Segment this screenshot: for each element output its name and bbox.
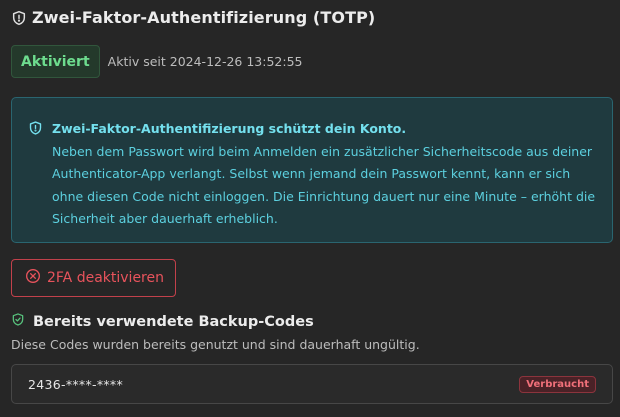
backup-codes-header: Bereits verwendete Backup-Codes <box>11 312 314 331</box>
deactivate-2fa-button[interactable]: 2FA deaktivieren <box>11 259 176 297</box>
deactivate-label: 2FA deaktivieren <box>47 270 164 286</box>
panel-header: Zwei-Faktor-Authentifizierung (TOTP) <box>11 8 375 27</box>
status-badge: Verbraucht <box>519 375 596 393</box>
active-since-text: Aktiv seit 2024-12-26 13:52:55 <box>107 54 303 69</box>
x-circle-icon <box>25 268 41 288</box>
two-factor-panel: Zwei-Faktor-Authentifizierung (TOTP) Akt… <box>0 0 620 417</box>
shield-icon <box>11 10 27 26</box>
status-row: Aktiviert Aktiv seit 2024-12-26 13:52:55 <box>11 45 303 78</box>
backup-code-value: 2436-****-**** <box>28 376 124 392</box>
list-item: 2436-****-**** Verbraucht <box>11 364 613 404</box>
shield-check-icon <box>11 312 25 331</box>
info-body: Neben dem Passwort wird beim Anmelden ei… <box>52 143 596 227</box>
page-title: Zwei-Faktor-Authentifizierung (TOTP) <box>32 8 376 27</box>
backup-codes-subtitle: Diese Codes wurden bereits genutzt und s… <box>11 337 420 352</box>
backup-codes-title: Bereits verwendete Backup-Codes <box>33 313 314 330</box>
info-title: Zwei-Faktor-Authentifizierung schützt de… <box>52 121 407 136</box>
info-text: Zwei-Faktor-Authentifizierung schützt de… <box>52 118 598 242</box>
shield-icon <box>28 120 43 242</box>
info-alert: Zwei-Faktor-Authentifizierung schützt de… <box>11 97 613 243</box>
status-badge: Aktiviert <box>11 45 100 78</box>
